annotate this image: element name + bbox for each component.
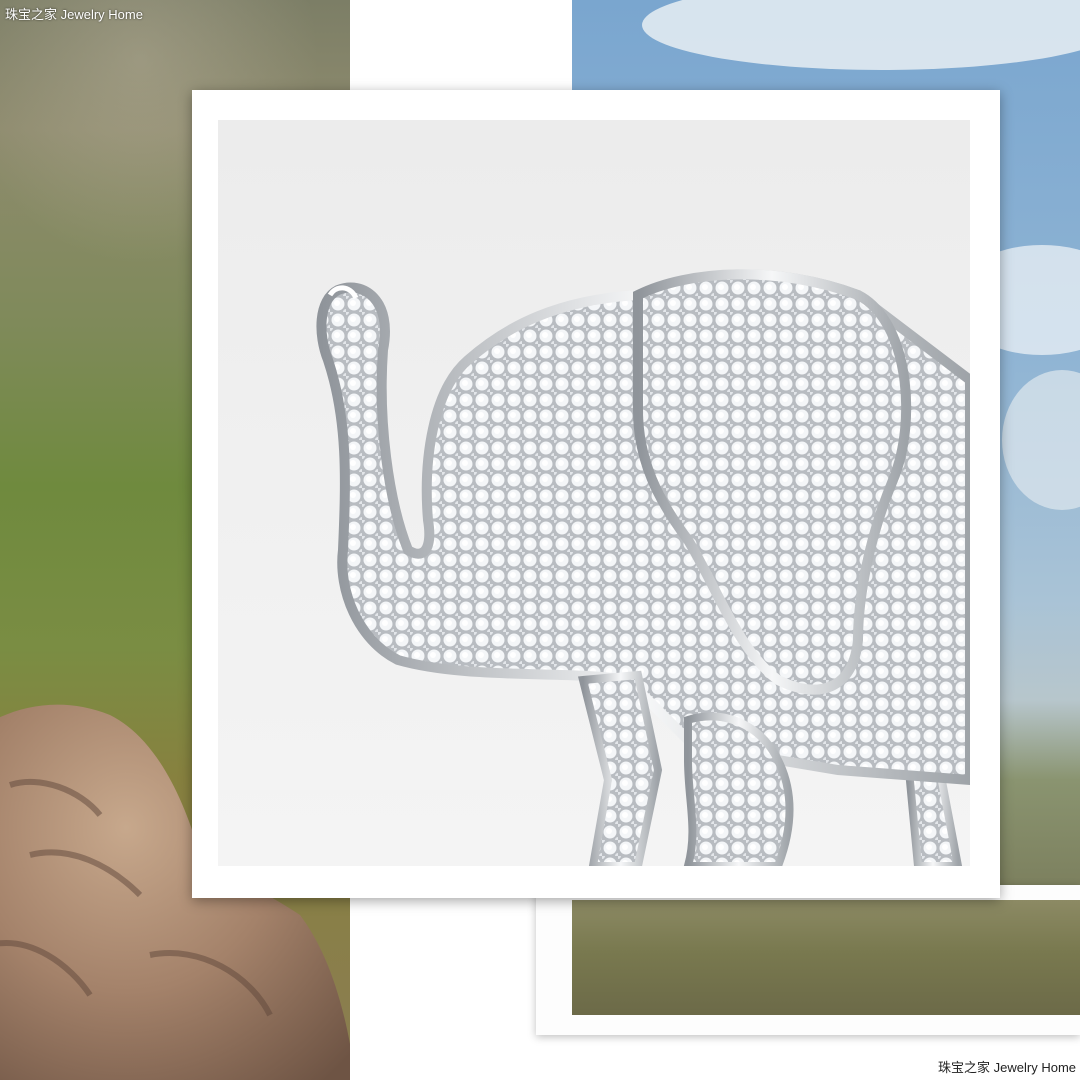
brooch-photo: [218, 120, 970, 866]
back-photo-savanna: [572, 900, 1080, 1015]
watermark-bottom: 珠宝之家 Jewelry Home: [938, 1060, 1076, 1075]
main-photo-frame: [192, 90, 1000, 898]
watermark-top: 珠宝之家 Jewelry Home: [5, 7, 143, 22]
back-photo-frame: [536, 885, 1080, 1035]
elephant-brooch: [316, 269, 970, 866]
